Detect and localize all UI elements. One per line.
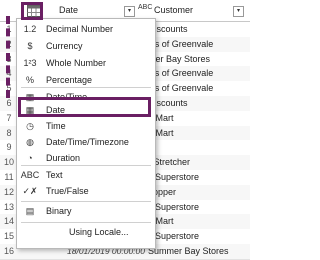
customer-cell[interactable]: Summer Bay Stores [148, 244, 229, 259]
menu-item-label: Binary [46, 206, 72, 216]
customer-cell[interactable]: mer Bay Stores [148, 52, 210, 67]
menu-item-using-locale[interactable]: Using Locale... [17, 224, 155, 240]
binary-icon: ▤ [25, 205, 35, 216]
menu-item-label: Date/Time/Timezone [46, 137, 129, 147]
percent-icon: % [25, 75, 34, 85]
decimal-icon: 1.2 [23, 24, 37, 34]
menu-item-decimal-number[interactable]: 1.2 Decimal Number [17, 21, 155, 37]
menu-item-label: Text [46, 170, 63, 180]
text-type-icon: ABC [20, 170, 40, 180]
globe-clock-icon: ◍ [26, 136, 34, 147]
menu-item-whole-number[interactable]: 1²3 Whole Number [17, 55, 155, 71]
customer-cell[interactable]: n's of Greenvale [148, 66, 213, 81]
menu-item-true-false[interactable]: ✓✗ True/False [17, 183, 155, 199]
menu-item-label: Time [46, 121, 66, 131]
menu-item-binary[interactable]: ▤ Binary [17, 203, 155, 219]
data-type-menu: 1.2 Decimal Number $ Currency 1²3 Whole Numbe… [16, 18, 156, 249]
menu-item-label: Percentage [46, 75, 93, 85]
stopwatch-icon: ◔ [27, 153, 33, 163]
date-column-title[interactable]: Date [59, 5, 78, 15]
menu-item-duration[interactable]: ◔ Duration [17, 150, 155, 166]
menu-separator [21, 201, 151, 202]
menu-item-label: Whole Number [46, 58, 107, 68]
customer-cell[interactable]: n's of Greenvale [148, 37, 213, 52]
text-type-icon[interactable]: ABC [138, 4, 152, 11]
menu-item-percentage[interactable]: % Percentage [17, 72, 155, 88]
type-icon-highlight [21, 2, 43, 20]
menu-item-time[interactable]: ◷ Time [17, 118, 155, 134]
clock-icon: ◷ [26, 120, 34, 131]
menu-item-label: True/False [46, 186, 89, 196]
menu-item-label: Using Locale... [69, 227, 129, 237]
annotation-arrow [6, 16, 11, 98]
menu-item-text[interactable]: ABC Text [17, 167, 155, 183]
menu-item-label: Decimal Number [46, 24, 114, 34]
menu-separator [21, 87, 151, 88]
date-filter-dropdown-icon[interactable]: ▾ [124, 6, 135, 17]
currency-icon: $ [27, 41, 33, 51]
date-option-highlight [18, 97, 151, 117]
whole-number-icon: 1²3 [23, 58, 37, 68]
menu-separator [21, 222, 151, 223]
menu-item-date-time-timezone[interactable]: ◍ Date/Time/Timezone [17, 134, 155, 150]
customer-column-title[interactable]: Customer [154, 5, 193, 15]
menu-separator [21, 165, 151, 166]
customer-filter-dropdown-icon[interactable]: ▾ [233, 6, 244, 17]
customer-cell[interactable]: n's of Greenvale [148, 81, 213, 96]
menu-item-label: Currency [46, 41, 83, 51]
menu-item-label: Duration [46, 153, 81, 163]
true-false-icon: ✓✗ [22, 185, 38, 196]
menu-item-currency[interactable]: $ Currency [17, 38, 155, 54]
